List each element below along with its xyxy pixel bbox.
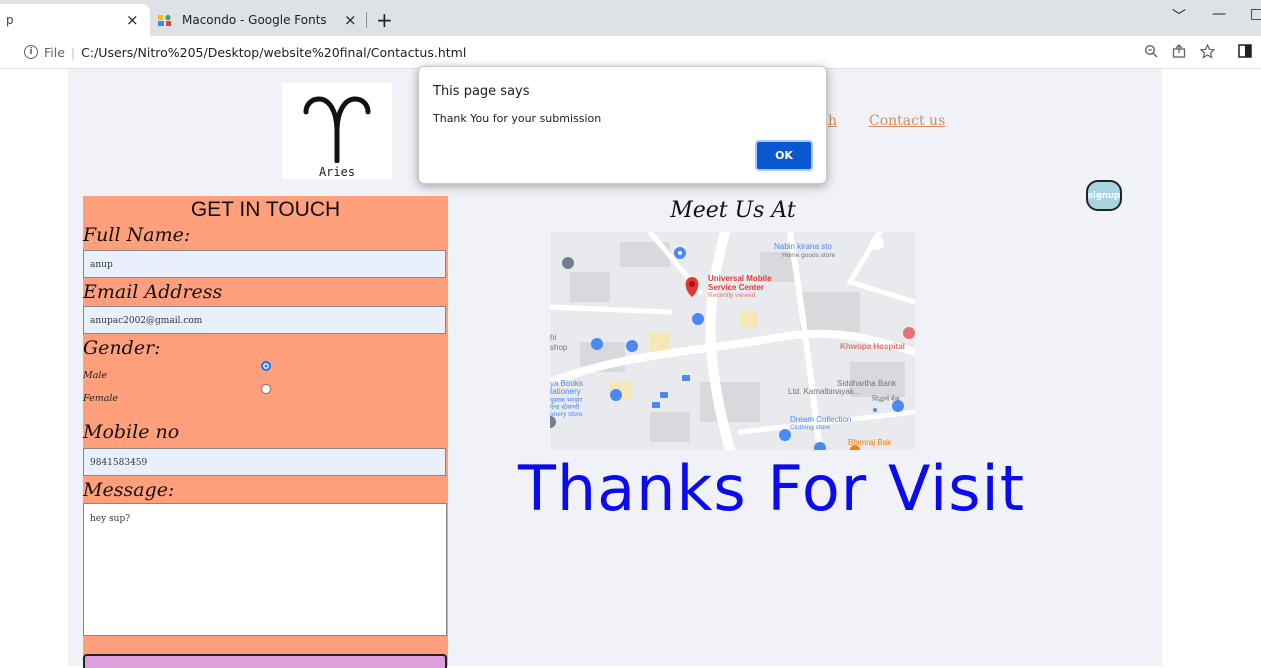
tab-contactus[interactable]: p × — [0, 4, 150, 36]
share-icon[interactable] — [1172, 44, 1186, 62]
map-label: onery store — [550, 411, 583, 418]
email-input[interactable]: anupac2002@gmail.com — [83, 306, 446, 334]
tab-search-icon[interactable]: ﹀ — [1172, 6, 1186, 26]
map-label: Khwopa Hospital — [840, 342, 905, 351]
google-fonts-icon — [158, 13, 172, 27]
map-label: hi — [550, 333, 556, 342]
nav-link-partial[interactable]: h — [828, 113, 837, 129]
url-text: C:/Users/Nitro%205/Desktop/website%20fin… — [81, 44, 467, 60]
minimize-icon[interactable]: — — [1212, 6, 1226, 22]
map-label: Service Center — [708, 283, 764, 292]
aries-icon — [303, 96, 371, 163]
map-label: सिद्धार्थ बैंक — [872, 395, 901, 403]
url-scheme: File — [44, 44, 65, 60]
full-name-label: Full Name: — [83, 224, 191, 246]
close-tab-icon[interactable]: × — [126, 11, 139, 29]
map-label: Clothing store — [790, 424, 830, 431]
meet-us-title: Meet Us At — [670, 198, 796, 223]
message-label: Message: — [83, 479, 175, 501]
map-label: Dream Collection — [790, 415, 851, 424]
gender-label: Gender: — [83, 337, 161, 359]
close-tab-icon[interactable]: × — [344, 11, 357, 29]
gender-male-label: Male — [83, 370, 108, 381]
nav-link-contact[interactable]: Contact us — [869, 113, 945, 129]
dialog-title: This page says — [433, 84, 530, 99]
dialog-ok-button[interactable]: OK — [755, 140, 813, 171]
tab-title: Macondo - Google Fonts — [182, 13, 327, 27]
side-panel-icon[interactable] — [1238, 44, 1252, 62]
gender-female-radio[interactable] — [261, 384, 271, 394]
maximize-icon[interactable]: □ — [1250, 6, 1261, 22]
map-label: Bhimraj Bak — [848, 438, 892, 447]
form-title: GET IN TOUCH — [190, 198, 341, 221]
map-label: पुस्तक भण्डार — [550, 397, 583, 404]
thanks-message: Thanks For Visit — [518, 452, 1026, 525]
location-map[interactable]: Nabin kirana sto Home goods store Univer… — [550, 232, 915, 450]
tab-google-fonts[interactable]: Macondo - Google Fonts × — [156, 4, 366, 36]
logo-label: Aries — [318, 165, 356, 179]
email-label: Email Address — [83, 281, 223, 303]
alert-dialog: This page says Thank You for your submis… — [418, 66, 827, 184]
map-label: shop — [550, 343, 568, 352]
zoom-icon[interactable] — [1144, 44, 1158, 62]
mobile-input[interactable]: 9841583459 — [83, 448, 446, 476]
tab-title: p — [6, 13, 14, 27]
gender-male-radio[interactable] — [261, 361, 271, 371]
map-label: Recently viewed — [708, 292, 756, 299]
full-name-input[interactable]: anup — [83, 250, 446, 278]
tab-separator — [366, 12, 367, 28]
signup-button[interactable]: signup — [1086, 180, 1122, 211]
map-label: एन्ड स्टेशनरी — [550, 403, 580, 411]
logo[interactable]: Aries — [282, 83, 392, 179]
bookmark-star-icon[interactable] — [1199, 43, 1216, 63]
new-tab-button[interactable]: + — [376, 8, 393, 32]
map-label: Universal Mobile — [708, 274, 772, 283]
gender-female-label: Female — [83, 393, 119, 404]
tab-strip: p × Macondo - Google Fonts × + ﹀ — □ — [0, 0, 1261, 36]
map-label: Ltd. Kamalbinayak... — [788, 387, 860, 396]
contact-form: GET IN TOUCH Full Name: anup Email Addre… — [83, 196, 448, 668]
dialog-message: Thank You for your submission — [433, 112, 602, 125]
map-label: Home goods store — [782, 252, 835, 259]
map-label: tationery — [550, 387, 581, 396]
url-divider: | — [70, 44, 76, 60]
map-label: Nabin kirana sto — [774, 242, 832, 251]
mobile-label: Mobile no — [83, 421, 180, 443]
info-icon[interactable]: i — [24, 45, 38, 59]
omnibox[interactable]: i File | C:/Users/Nitro%205/Desktop/webs… — [24, 40, 466, 64]
message-textarea[interactable]: hey sup? — [83, 503, 447, 636]
address-bar: i File | C:/Users/Nitro%205/Desktop/webs… — [0, 36, 1261, 69]
